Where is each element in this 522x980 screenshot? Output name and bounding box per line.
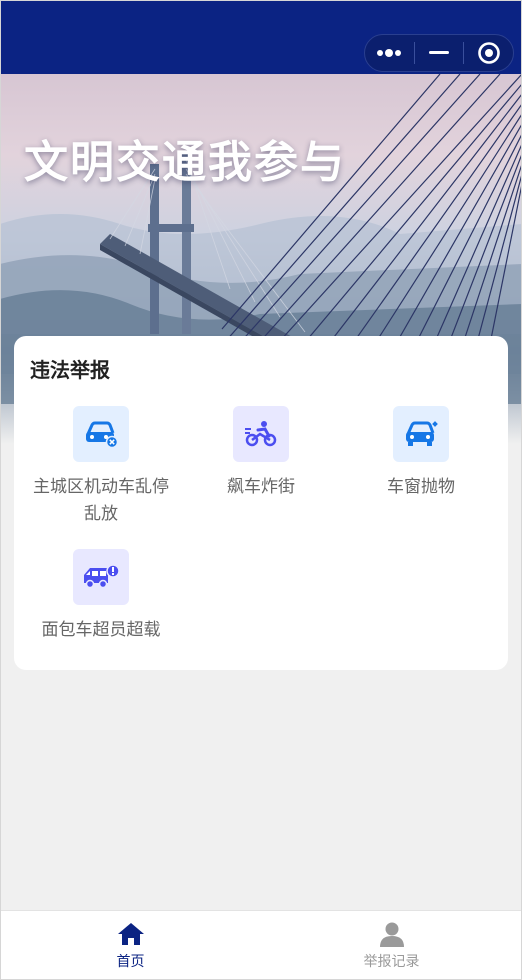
report-card: 违法举报 主城区机动车乱停乱放 飙车炸街 车窗抛物 面包车超员超载 [14,336,508,670]
tab-report-records-label: 举报记录 [363,953,420,970]
report-item-label: 主城区机动车乱停乱放 [33,477,169,524]
home-icon [117,922,144,945]
report-item-label: 飙车炸街 [227,477,295,497]
mini-program-capsule [364,34,514,72]
report-item-street-racing[interactable]: 飙车炸街 [181,406,341,501]
minimize-icon[interactable] [415,35,464,71]
report-item-label: 面包车超员超载 [41,620,161,640]
tab-report-records[interactable]: 举报记录 [261,911,522,980]
car-x-icon [73,406,129,462]
report-item-throwing-from-window[interactable]: 车窗抛物 [341,406,501,501]
close-target-icon[interactable] [464,35,513,71]
tab-home[interactable]: 首页 [0,911,261,980]
report-item-label: 车窗抛物 [387,477,455,497]
report-item-van-overload[interactable]: 面包车超员超载 [21,549,181,644]
user-icon [379,922,404,947]
van-alert-icon [73,549,129,605]
tab-bar: 首页 举报记录 [0,910,522,980]
report-item-illegal-parking[interactable]: 主城区机动车乱停乱放 [21,406,181,528]
tab-home-label: 首页 [116,953,145,970]
more-menu-icon[interactable] [365,35,414,71]
car-window-icon [393,406,449,462]
motorbike-icon [233,406,289,462]
hero-title: 文明交通我参与 [24,137,346,188]
navigation-bar [0,0,522,74]
section-title: 违法举报 [30,358,110,382]
